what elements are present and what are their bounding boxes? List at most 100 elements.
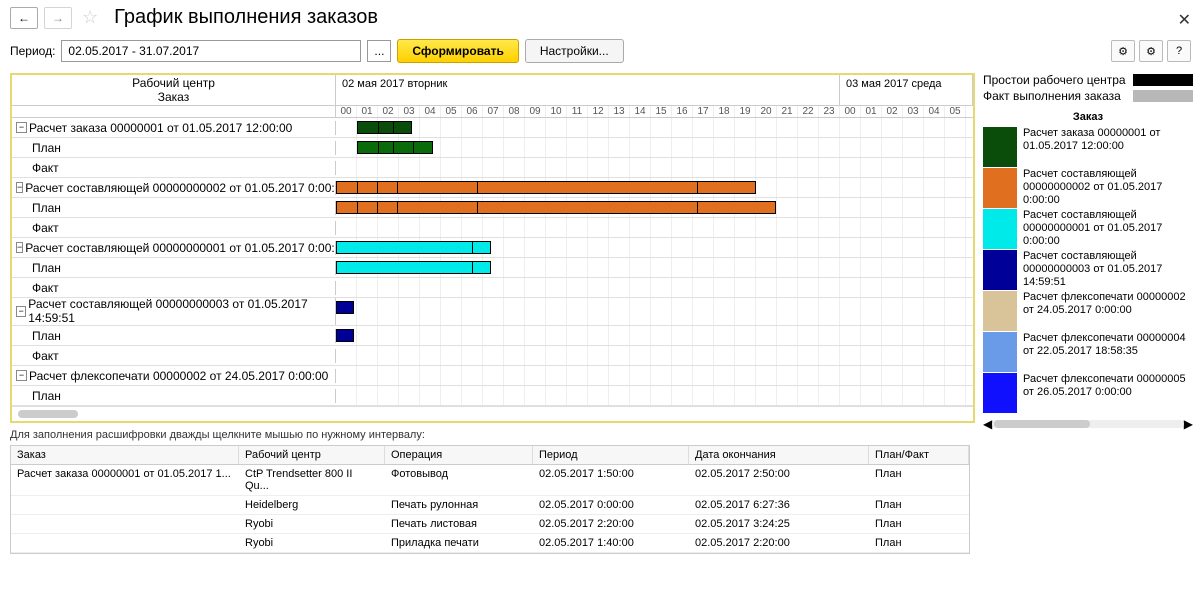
details-table: ЗаказРабочий центрОперацияПериодДата око…	[10, 445, 970, 554]
expander-icon[interactable]: −	[16, 122, 27, 133]
help-button[interactable]: ?	[1167, 40, 1191, 62]
table-cell: 02.05.2017 2:20:00	[689, 534, 869, 552]
gantt-row-label: План	[12, 329, 336, 343]
gantt-bar[interactable]	[336, 241, 491, 254]
period-label: Период:	[10, 44, 55, 58]
gantt-row-chart[interactable]	[336, 386, 973, 405]
table-cell: План	[869, 465, 969, 495]
gantt-row[interactable]: −Расчет заказа 00000001 от 01.05.2017 12…	[12, 118, 973, 138]
period-picker-button[interactable]: ...	[367, 40, 391, 62]
hour-cell: 06	[462, 106, 483, 117]
table-row[interactable]: Расчет заказа 00000001 от 01.05.2017 1..…	[11, 465, 969, 496]
gantt-row[interactable]: −Расчет составляющей 00000000001 от 01.0…	[12, 238, 973, 258]
hour-cell: 15	[651, 106, 672, 117]
settings-button[interactable]: Настройки...	[525, 39, 624, 63]
gantt-row[interactable]: Факт	[12, 346, 973, 366]
gantt-row-chart[interactable]	[336, 158, 973, 177]
gantt-row-chart[interactable]	[336, 198, 973, 217]
legend-item: Расчет составляющей 00000000002 от 01.05…	[983, 168, 1193, 208]
gantt-bar[interactable]	[336, 301, 354, 314]
table-header[interactable]: Период	[533, 446, 689, 464]
gantt-row-chart[interactable]	[336, 326, 973, 345]
hour-cell: 02	[882, 106, 903, 117]
hour-cell: 18	[714, 106, 735, 117]
table-cell: План	[869, 496, 969, 514]
close-icon[interactable]: ✕	[1178, 10, 1191, 30]
gantt-bar[interactable]	[336, 181, 756, 194]
gantt-row[interactable]: План	[12, 258, 973, 278]
gantt-row[interactable]: −Расчет флексопечати 00000002 от 24.05.2…	[12, 366, 973, 386]
table-header[interactable]: Дата окончания	[689, 446, 869, 464]
gantt-row-chart[interactable]	[336, 218, 973, 237]
forward-button[interactable]: →	[44, 7, 72, 29]
gantt-row-label: Факт	[12, 349, 336, 363]
gantt-bar[interactable]	[357, 141, 433, 154]
gantt-bar[interactable]	[336, 261, 491, 274]
expander-icon[interactable]: −	[16, 306, 26, 317]
gantt-row[interactable]: −Расчет составляющей 00000000003 от 01.0…	[12, 298, 973, 326]
gantt-row[interactable]: −Расчет составляющей 00000000002 от 01.0…	[12, 178, 973, 198]
table-header[interactable]: Заказ	[11, 446, 239, 464]
expander-icon[interactable]: −	[16, 370, 27, 381]
table-header[interactable]: План/Факт	[869, 446, 969, 464]
table-cell: План	[869, 534, 969, 552]
legend-item: Расчет заказа 00000001 от 01.05.2017 12:…	[983, 127, 1193, 167]
legend-swatch	[983, 291, 1017, 331]
expander-icon[interactable]: −	[16, 242, 23, 253]
gantt-row[interactable]: План	[12, 138, 973, 158]
legend-text: Расчет флексопечати 00000002 от 24.05.20…	[1023, 291, 1193, 331]
legend-top-row: Факт выполнения заказа	[983, 89, 1193, 103]
gantt-row[interactable]: Факт	[12, 158, 973, 178]
gantt-row[interactable]: Факт	[12, 278, 973, 298]
gantt-row-label: План	[12, 389, 336, 403]
legend-item: Расчет флексопечати 00000004 от 22.05.20…	[983, 332, 1193, 372]
gantt-row[interactable]: Факт	[12, 218, 973, 238]
hour-cell: 05	[441, 106, 462, 117]
gantt-row-chart[interactable]	[336, 258, 973, 277]
side-h-scrollbar[interactable]: ◀▶	[983, 417, 1193, 431]
options-icon[interactable]: ⚙	[1139, 40, 1163, 62]
hour-cell: 13	[609, 106, 630, 117]
gantt-row-chart[interactable]	[336, 366, 973, 385]
hour-cell: 00	[336, 106, 357, 117]
gantt-bar[interactable]	[357, 121, 412, 134]
gantt-chart[interactable]: Рабочий центр Заказ 02 мая 2017 вторник …	[10, 73, 975, 423]
gantt-row[interactable]: План	[12, 198, 973, 218]
gantt-row-chart[interactable]	[336, 238, 973, 257]
gantt-row-chart[interactable]	[336, 178, 973, 197]
gear-icon[interactable]: ⚙	[1111, 40, 1135, 62]
gantt-row-label: Факт	[12, 221, 336, 235]
table-cell: Расчет заказа 00000001 от 01.05.2017 1..…	[11, 465, 239, 495]
generate-button[interactable]: Сформировать	[397, 39, 518, 63]
expander-icon[interactable]: −	[16, 182, 23, 193]
back-button[interactable]: ←	[10, 7, 38, 29]
table-header[interactable]: Операция	[385, 446, 533, 464]
gantt-row-label: −Расчет составляющей 00000000001 от 01.0…	[12, 241, 336, 255]
hour-cell: 23	[819, 106, 840, 117]
table-header[interactable]: Рабочий центр	[239, 446, 385, 464]
hour-cell: 03	[903, 106, 924, 117]
legend-item: Расчет флексопечати 00000002 от 24.05.20…	[983, 291, 1193, 331]
gantt-row-chart[interactable]	[336, 138, 973, 157]
gantt-row-chart[interactable]	[336, 118, 973, 137]
gantt-row-chart[interactable]	[336, 278, 973, 297]
gantt-bar[interactable]	[336, 329, 354, 342]
gantt-row-chart[interactable]	[336, 298, 973, 325]
gantt-row-chart[interactable]	[336, 346, 973, 365]
hour-cell: 02	[378, 106, 399, 117]
hour-cell: 20	[756, 106, 777, 117]
gantt-bar[interactable]	[336, 201, 776, 214]
table-row[interactable]: RyobiПриладка печати02.05.2017 1:40:0002…	[11, 534, 969, 553]
hour-cell: 01	[357, 106, 378, 117]
star-icon[interactable]: ☆	[82, 7, 98, 28]
period-input[interactable]	[61, 40, 361, 62]
gantt-h-scrollbar[interactable]	[12, 406, 973, 420]
table-row[interactable]: HeidelbergПечать рулонная02.05.2017 0:00…	[11, 496, 969, 515]
table-row[interactable]: RyobiПечать листовая02.05.2017 2:20:0002…	[11, 515, 969, 534]
gantt-row-label: План	[12, 141, 336, 155]
gantt-row[interactable]: План	[12, 386, 973, 406]
gantt-hours-header: 0001020304050607080910111213141516171819…	[336, 106, 973, 117]
gantt-row[interactable]: План	[12, 326, 973, 346]
hour-cell: 00	[840, 106, 861, 117]
gantt-date-2: 03 мая 2017 среда	[840, 75, 973, 105]
